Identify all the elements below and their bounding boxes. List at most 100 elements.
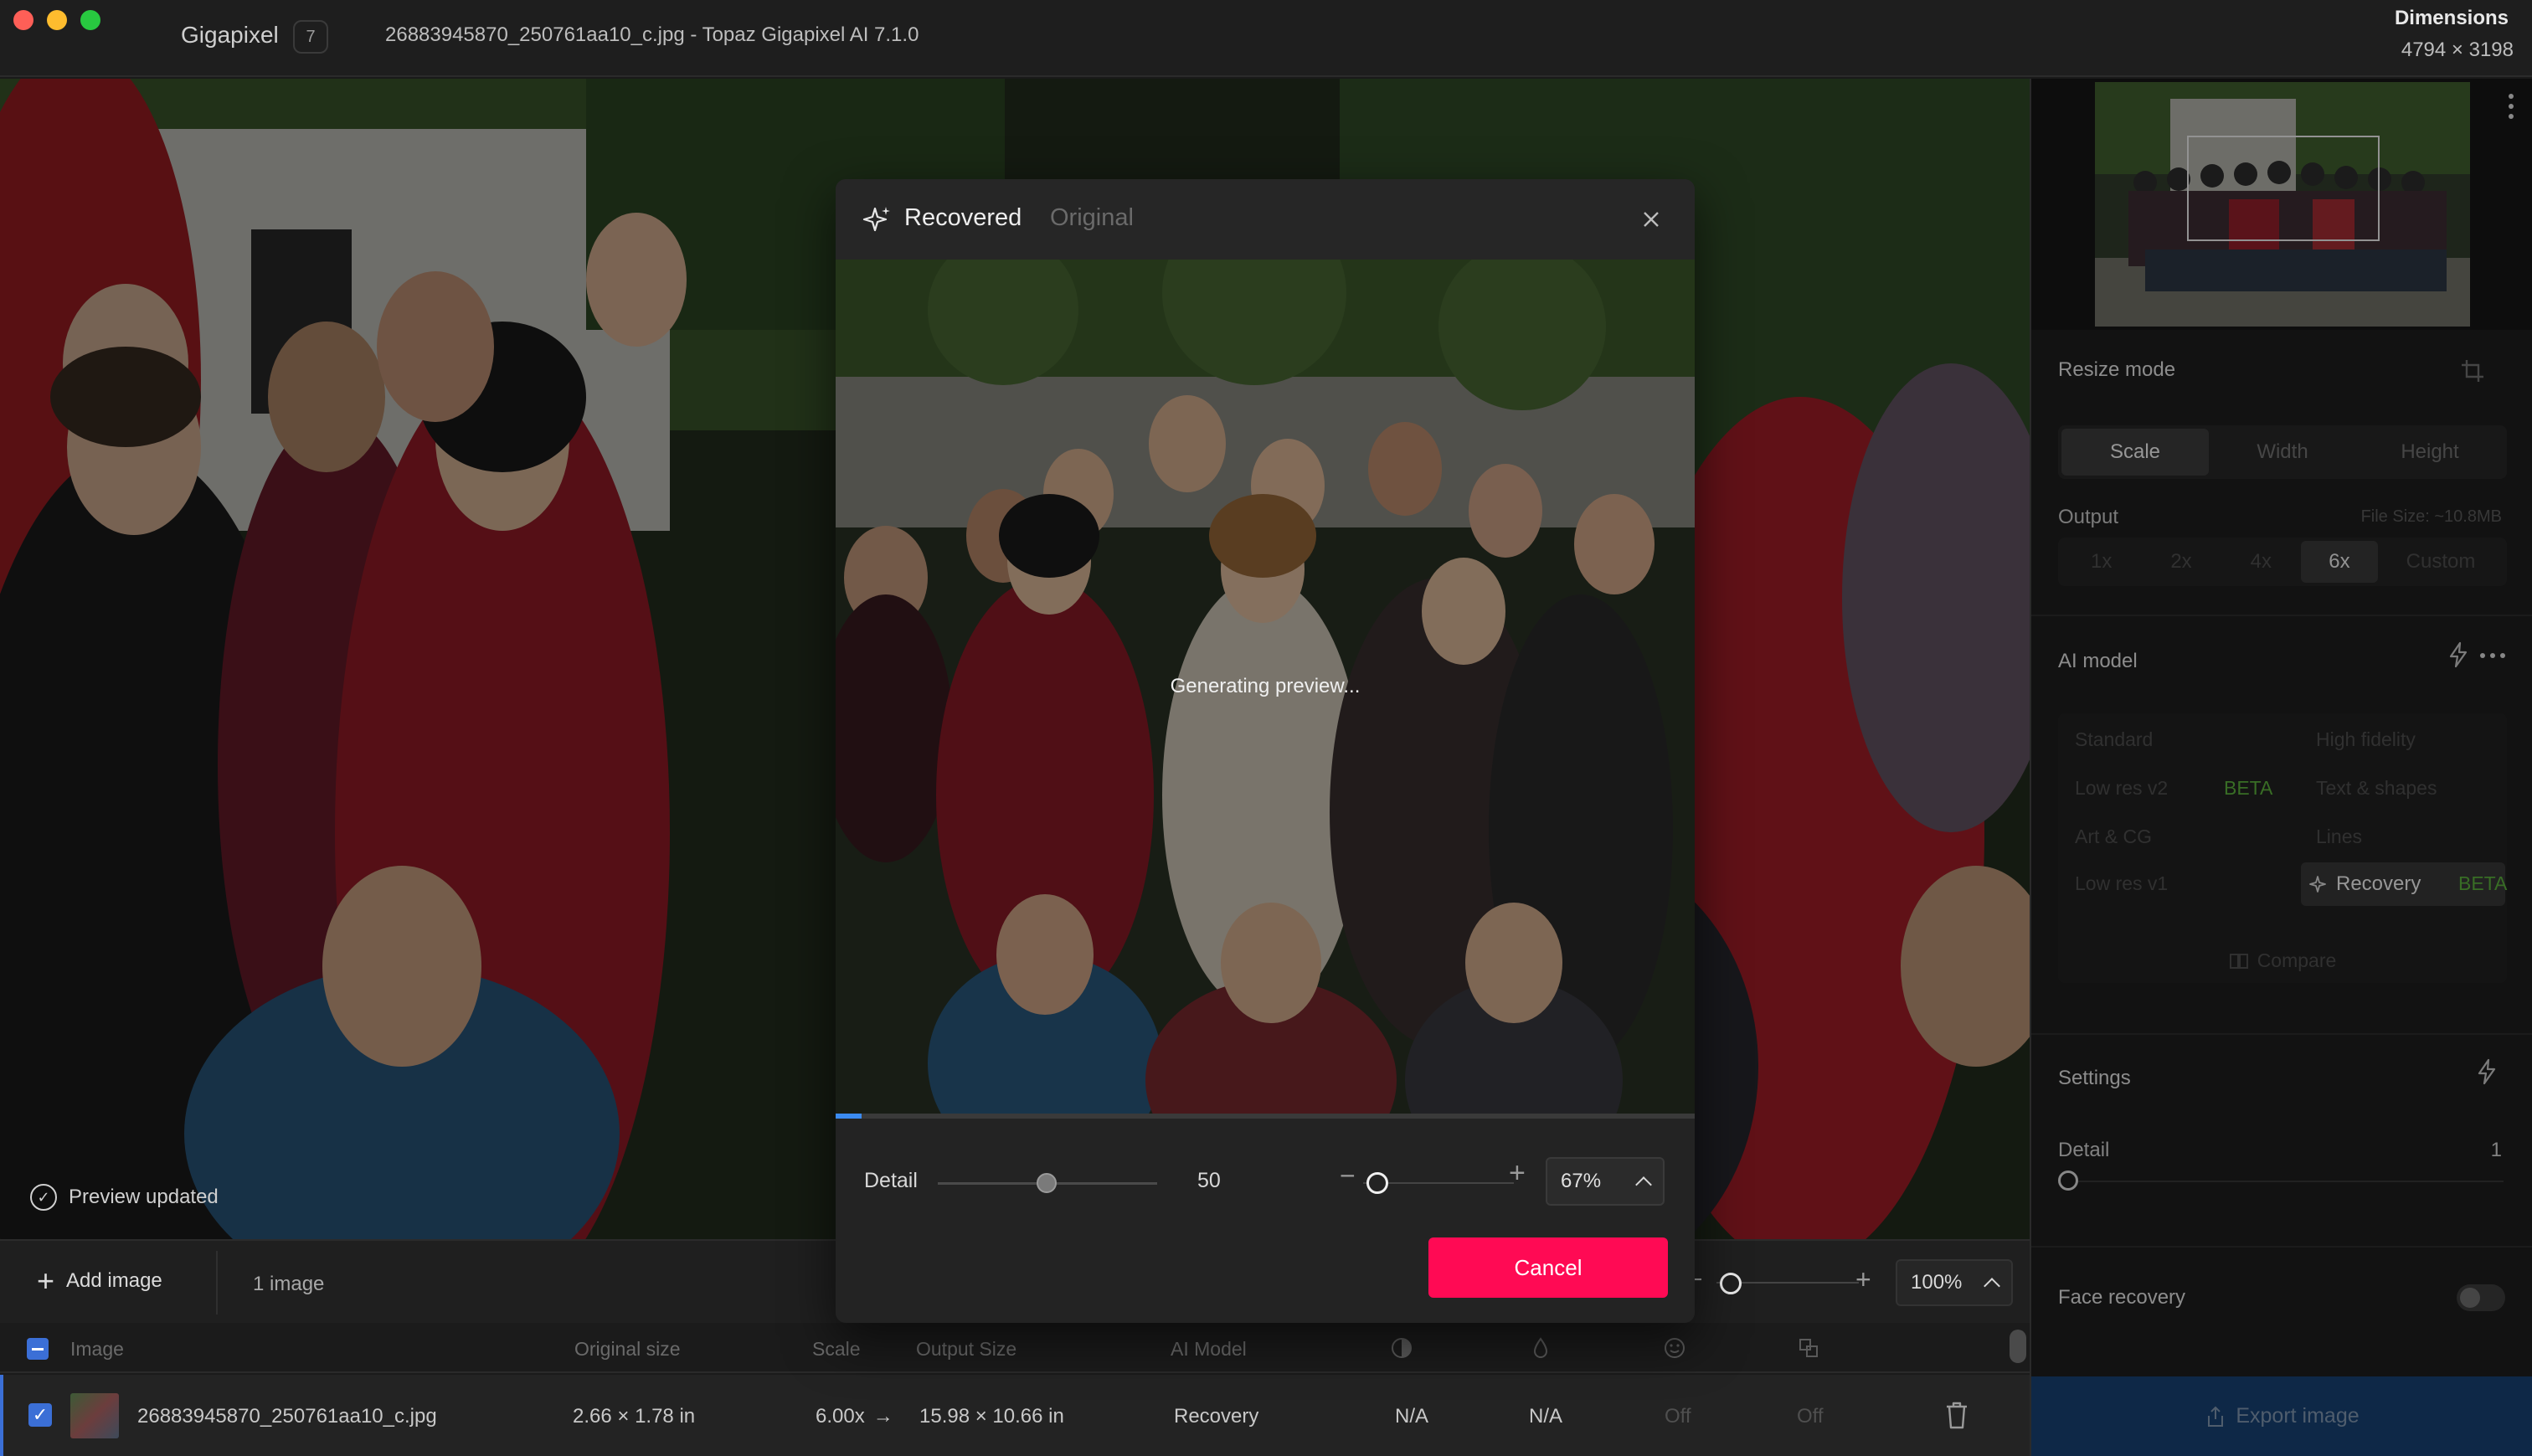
window-title: 26883945870_250761aa10_c.jpg - Topaz Gig… <box>385 23 919 46</box>
modal-detail-value: 50 <box>1197 1169 1221 1192</box>
zoom-in-button[interactable]: + <box>1855 1264 1871 1295</box>
share-icon <box>2208 1406 2224 1427</box>
tab-recovered[interactable]: Recovered <box>904 204 1022 232</box>
add-image-label: Add image <box>66 1269 162 1292</box>
minimize-window-button[interactable] <box>47 10 67 30</box>
select-all-checkbox[interactable] <box>27 1338 49 1360</box>
file-size-estimate: File Size: ~10.8MB <box>2360 507 2502 526</box>
trash-icon[interactable] <box>1944 1400 1969 1430</box>
chevron-up-icon <box>1635 1176 1652 1193</box>
arrow-right-icon: → <box>872 1405 893 1428</box>
image-count: 1 image <box>253 1273 325 1295</box>
col-output-size[interactable]: Output Size <box>916 1338 1016 1361</box>
table-scrollbar[interactable] <box>2010 1330 2026 1363</box>
model-standard[interactable]: Standard <box>2075 728 2153 751</box>
text-recovery-icon <box>1799 1339 1818 1357</box>
plus-icon: + <box>37 1263 55 1298</box>
model-high-fidelity[interactable]: High fidelity <box>2316 728 2416 751</box>
close-window-button[interactable] <box>13 10 33 30</box>
zoom-window-button[interactable] <box>80 10 100 30</box>
settings-detail-track[interactable] <box>2068 1181 2504 1182</box>
col-ai-model[interactable]: AI Model <box>1171 1338 1247 1361</box>
output-2x[interactable]: 2x <box>2141 541 2221 583</box>
close-icon[interactable] <box>1639 208 1663 231</box>
crop-icon[interactable] <box>2460 358 2485 383</box>
navigator <box>2031 79 2532 330</box>
model-text-shapes[interactable]: Text & shapes <box>2316 777 2437 800</box>
resize-mode-segmented: Scale Width Height <box>2058 425 2507 479</box>
model-low-res-v2[interactable]: Low res v2 <box>2075 777 2168 800</box>
beta-badge: BETA <box>2224 777 2273 799</box>
zoom-slider-handle[interactable] <box>1720 1273 1742 1294</box>
compare-button[interactable]: Compare <box>2031 949 2532 972</box>
navigator-viewport[interactable] <box>2187 136 2380 241</box>
row-ai-model: Recovery <box>1174 1405 1259 1428</box>
output-4x[interactable]: 4x <box>2221 541 2301 583</box>
modal-zoom-in-button[interactable]: + <box>1509 1157 1526 1190</box>
settings-title: Settings <box>2058 1067 2131 1089</box>
modal-zoom-out-button[interactable]: − <box>1340 1160 1356 1191</box>
preview-progress-bar <box>836 1114 1695 1119</box>
export-image-button[interactable]: Export image <box>2031 1376 2532 1456</box>
resize-mode-height[interactable]: Height <box>2356 429 2504 476</box>
settings-detail-handle[interactable] <box>2058 1170 2078 1191</box>
ai-model-more-icon[interactable] <box>2480 653 2505 658</box>
more-options-icon[interactable] <box>2509 94 2515 124</box>
model-art-cg[interactable]: Art & CG <box>2075 826 2152 848</box>
sparkle-icon <box>2309 876 2326 893</box>
output-label: Output <box>2058 506 2119 528</box>
ai-model-title: AI model <box>2058 650 2138 672</box>
sidebar-divider <box>2031 1033 2532 1035</box>
beta-badge: BETA <box>2458 872 2508 894</box>
row-checkbox[interactable]: ✓ <box>28 1403 52 1427</box>
col-scale[interactable]: Scale <box>812 1338 861 1361</box>
sidebar-divider <box>2031 615 2532 616</box>
modal-zoom-handle[interactable] <box>1366 1172 1388 1194</box>
col-original-size[interactable]: Original size <box>574 1338 681 1361</box>
zoom-level-select[interactable]: 100% <box>1896 1259 2013 1306</box>
output-custom[interactable]: Custom <box>2378 541 2504 583</box>
settings-detail-value: 1 <box>2490 1139 2502 1161</box>
modal-header: Recovered Original <box>836 179 1695 260</box>
table-row[interactable]: ✓ 26883945870_250761aa10_c.jpg 2.66 × 1.… <box>0 1375 2030 1456</box>
output-scale-segmented: 1x 2x 4x 6x Custom <box>2058 538 2507 586</box>
col-image[interactable]: Image <box>70 1338 124 1361</box>
model-lines[interactable]: Lines <box>2316 826 2362 848</box>
cancel-button[interactable]: Cancel <box>1428 1237 1668 1298</box>
modal-zoom-value: 67% <box>1561 1170 1602 1192</box>
modal-detail-handle[interactable] <box>1037 1173 1057 1193</box>
table-header: Image Original size Scale Output Size AI… <box>0 1323 2030 1373</box>
row-scale-value: 6.00x <box>816 1405 865 1428</box>
droplet-icon <box>1533 1337 1548 1358</box>
dimensions-label: Dimensions <box>2394 7 2509 29</box>
lightning-icon[interactable] <box>2447 641 2470 668</box>
resize-mode-title: Resize mode <box>2058 358 2176 381</box>
sparkle-icon <box>862 207 890 232</box>
model-low-res-v1[interactable]: Low res v1 <box>2075 872 2168 895</box>
generating-status: Generating preview... <box>1170 675 1361 697</box>
right-sidebar: Resize mode Scale Width Height Output Fi… <box>2030 79 2532 1456</box>
modal-detail-label: Detail <box>864 1169 918 1192</box>
navigator-thumbnail[interactable] <box>2095 82 2470 327</box>
add-image-button[interactable]: + Add image <box>37 1263 162 1298</box>
face-icon <box>1665 1338 1685 1358</box>
lightning-icon[interactable] <box>2475 1058 2499 1085</box>
row-scale: 6.00x → <box>816 1405 893 1428</box>
toolbar-divider <box>216 1251 218 1315</box>
output-6x[interactable]: 6x <box>2300 541 2378 583</box>
resize-mode-scale[interactable]: Scale <box>2061 429 2209 476</box>
output-1x[interactable]: 1x <box>2061 541 2141 583</box>
modal-zoom-select[interactable]: 67% <box>1546 1157 1665 1206</box>
face-recovery-toggle[interactable] <box>2457 1284 2505 1311</box>
app-version-badge: 7 <box>293 20 328 54</box>
app-name: Gigapixel <box>181 22 279 48</box>
image-thumbnail <box>70 1393 119 1438</box>
tab-original[interactable]: Original <box>1050 204 1134 232</box>
image-table: Image Original size Scale Output Size AI… <box>0 1323 2030 1456</box>
preview-status-text: Preview updated <box>69 1186 219 1208</box>
compare-label: Compare <box>2257 949 2337 971</box>
row-text-recovery: Off <box>1797 1405 1824 1428</box>
resize-mode-width[interactable]: Width <box>2209 429 2356 476</box>
title-bar: Gigapixel 7 26883945870_250761aa10_c.jpg… <box>0 0 2532 77</box>
check-circle-icon: ✓ <box>30 1184 57 1211</box>
